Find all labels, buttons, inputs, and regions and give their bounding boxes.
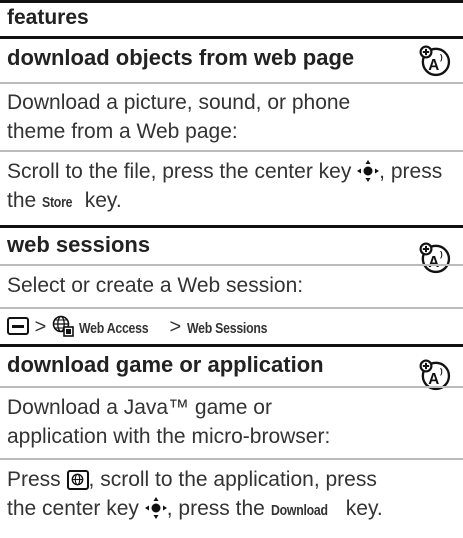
instruction-text: key. [345, 497, 383, 520]
network-feature-badge-icon: A ) [419, 242, 451, 274]
svg-text:): ) [440, 53, 443, 62]
feature-subdivider [0, 458, 463, 460]
svg-text:): ) [440, 367, 443, 376]
feature-subdivider [0, 307, 463, 309]
store-key-label: Store [42, 194, 73, 211]
feature-divider [0, 344, 463, 347]
instruction-text: key. [84, 189, 122, 212]
feature-subdivider [0, 386, 463, 388]
features-table: features download objects from web page … [0, 0, 463, 538]
instruction-text: Scroll to the file, press the center key [7, 160, 352, 183]
feature-subdivider [0, 82, 463, 84]
menu-key-icon [7, 317, 29, 335]
web-sessions-menu-label: Web Sessions [186, 320, 267, 337]
download-key-label: Download [270, 502, 328, 519]
path-separator: > [34, 316, 47, 338]
browser-key-icon [66, 470, 89, 490]
center-nav-key-icon [357, 160, 380, 182]
feature-title-web-sessions: web sessions [7, 232, 151, 257]
feature-title-download-objects: download objects from web page [7, 45, 355, 70]
feature-description: Download a Java™ game or application wit… [7, 393, 427, 451]
network-feature-badge-icon: A ) [419, 45, 451, 77]
center-nav-key-icon [144, 497, 167, 519]
web-access-menu-label: Web Access [79, 320, 149, 337]
feature-divider [0, 225, 463, 228]
header-divider [0, 36, 463, 39]
feature-instruction: Scroll to the file, press the center key… [7, 157, 457, 217]
svg-text:): ) [440, 250, 443, 259]
table-header: features [7, 6, 89, 29]
table-top-border [0, 0, 463, 3]
path-separator: > [169, 316, 182, 338]
feature-description: Download a picture, sound, or phone them… [7, 91, 351, 143]
feature-title-download-game: download game or application [7, 352, 324, 377]
instruction-text: Press [7, 468, 61, 491]
description-line: application with the micro-browser: [7, 425, 331, 448]
feature-subdivider [0, 264, 463, 266]
feature-description: Select or create a Web session: [7, 274, 304, 297]
svg-text:A: A [428, 254, 439, 271]
feature-instruction: Press , scroll to the application, press… [7, 465, 459, 525]
feature-subdivider [0, 150, 463, 152]
svg-text:A: A [428, 57, 439, 74]
web-access-globe-icon [52, 315, 74, 337]
instruction-text: , scroll to the application, press [88, 468, 377, 491]
instruction-text: the center key [7, 497, 139, 520]
instruction-text: , press the [166, 497, 265, 520]
menu-path: > Web Access > Web Sessions [7, 313, 457, 343]
description-line: Download a Java™ game or [7, 396, 272, 419]
